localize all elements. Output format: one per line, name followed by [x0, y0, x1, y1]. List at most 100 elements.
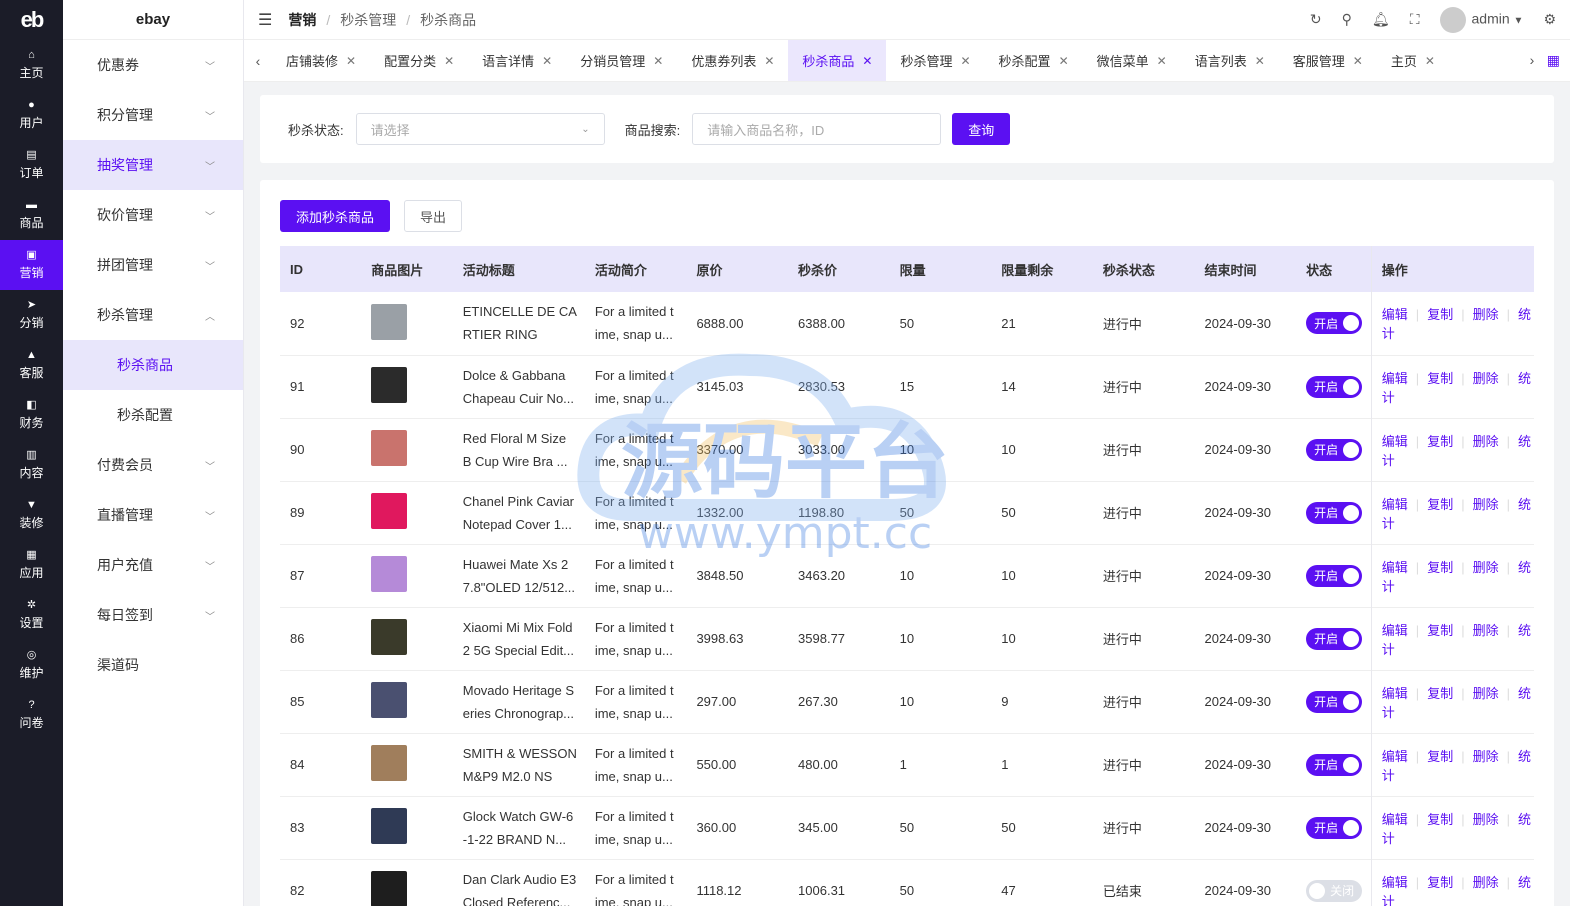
tab-3[interactable]: 分销员管理 ✕ — [566, 40, 677, 81]
rail-item-5[interactable]: ➤ 分销 — [0, 290, 63, 340]
status-select[interactable]: 请选择 ⌄ — [355, 113, 605, 145]
copy-link[interactable]: 复制 — [1427, 623, 1453, 638]
rail-item-11[interactable]: ✲ 设置 — [0, 590, 63, 640]
query-button[interactable]: 查询 — [952, 113, 1011, 145]
rail-item-10[interactable]: ▦ 应用 — [0, 540, 63, 590]
search-icon[interactable]: ⚲ — [1342, 11, 1352, 28]
menu-toggle-icon[interactable]: ☰ — [258, 10, 272, 30]
rail-item-9[interactable]: ▼ 装修 — [0, 490, 63, 540]
edit-link[interactable]: 编辑 — [1382, 307, 1408, 322]
copy-link[interactable]: 复制 — [1427, 686, 1453, 701]
fullscreen-icon[interactable]: ⛶ — [1410, 11, 1420, 28]
search-input[interactable]: 请输入商品名称，ID — [692, 113, 942, 145]
tab-0[interactable]: 店铺装修 ✕ — [272, 40, 370, 81]
product-thumbnail[interactable] — [371, 303, 408, 340]
close-icon[interactable]: ✕ — [653, 54, 663, 68]
copy-link[interactable]: 复制 — [1427, 812, 1453, 827]
product-thumbnail[interactable] — [371, 745, 408, 781]
status-toggle[interactable]: 开启 — [1306, 816, 1363, 839]
status-toggle[interactable]: 开启 — [1306, 375, 1363, 398]
product-thumbnail[interactable] — [371, 871, 408, 906]
tab-9[interactable]: 语言列表 ✕ — [1181, 40, 1279, 81]
rail-item-7[interactable]: ◧ 财务 — [0, 390, 63, 440]
product-thumbnail[interactable] — [371, 619, 408, 655]
breadcrumb-parent[interactable]: 秒杀管理 — [340, 12, 396, 28]
copy-link[interactable]: 复制 — [1427, 875, 1453, 890]
edit-link[interactable]: 编辑 — [1382, 560, 1408, 575]
edit-link[interactable]: 编辑 — [1382, 749, 1408, 764]
edit-link[interactable]: 编辑 — [1382, 875, 1408, 890]
tab-8[interactable]: 微信菜单 ✕ — [1083, 40, 1181, 81]
tab-11[interactable]: 主页 ✕ — [1377, 40, 1449, 81]
gear-icon[interactable]: ⚙ — [1543, 11, 1556, 28]
rail-item-13[interactable]: ? 问卷 — [0, 690, 63, 740]
close-icon[interactable]: ✕ — [1059, 54, 1069, 68]
delete-link[interactable]: 删除 — [1473, 749, 1499, 764]
copy-link[interactable]: 复制 — [1427, 371, 1453, 386]
rail-item-8[interactable]: ▥ 内容 — [0, 440, 63, 490]
submenu-item2-3[interactable]: 每日签到 ﹀ — [63, 590, 243, 640]
product-thumbnail[interactable] — [371, 493, 408, 529]
tab-6[interactable]: 秒杀管理 ✕ — [886, 40, 984, 81]
submenu-child-1[interactable]: 秒杀配置 — [63, 390, 243, 440]
close-icon[interactable]: ✕ — [1425, 54, 1435, 68]
submenu-item2-1[interactable]: 直播管理 ﹀ — [63, 490, 243, 540]
delete-link[interactable]: 删除 — [1473, 812, 1499, 827]
tab-2[interactable]: 语言详情 ✕ — [468, 40, 566, 81]
product-thumbnail[interactable] — [371, 367, 408, 403]
bell-icon[interactable]: 🔔︎ — [1372, 11, 1390, 28]
tab-10[interactable]: 客服管理 ✕ — [1279, 40, 1377, 81]
submenu-item-1[interactable]: 积分管理 ﹀ — [63, 90, 243, 140]
rail-item-4[interactable]: ▣ 营销 — [0, 240, 63, 290]
delete-link[interactable]: 删除 — [1473, 307, 1499, 322]
delete-link[interactable]: 删除 — [1473, 371, 1499, 386]
close-icon[interactable]: ✕ — [1353, 54, 1363, 68]
submenu-item2-0[interactable]: 付费会员 ﹀ — [63, 440, 243, 490]
status-toggle[interactable]: 开启 — [1306, 438, 1363, 461]
submenu-item-0[interactable]: 优惠券 ﹀ — [63, 40, 243, 90]
delete-link[interactable]: 删除 — [1473, 875, 1499, 890]
status-toggle[interactable]: 开启 — [1306, 564, 1363, 587]
tab-5[interactable]: 秒杀商品 ✕ — [788, 40, 887, 81]
rail-item-1[interactable]: ● 用户 — [0, 90, 63, 140]
status-toggle[interactable]: 开启 — [1306, 690, 1363, 713]
submenu-item2-2[interactable]: 用户充值 ﹀ — [63, 540, 243, 590]
edit-link[interactable]: 编辑 — [1382, 434, 1408, 449]
copy-link[interactable]: 复制 — [1427, 307, 1453, 322]
submenu-item-4[interactable]: 拼团管理 ﹀ — [63, 240, 243, 290]
submenu-item-2[interactable]: 抽奖管理 ﹀ — [63, 140, 243, 190]
rail-item-0[interactable]: ⌂ 主页 — [0, 40, 63, 90]
rail-item-12[interactable]: ◎ 维护 — [0, 640, 63, 690]
tab-4[interactable]: 优惠券列表 ✕ — [677, 40, 788, 81]
copy-link[interactable]: 复制 — [1427, 434, 1453, 449]
product-thumbnail[interactable] — [371, 430, 408, 466]
status-toggle[interactable]: 开启 — [1306, 753, 1363, 776]
refresh-icon[interactable]: ↻ — [1310, 11, 1322, 28]
delete-link[interactable]: 删除 — [1473, 623, 1499, 638]
edit-link[interactable]: 编辑 — [1382, 497, 1408, 512]
tabs-scroll-left-icon[interactable]: ‹ — [244, 53, 272, 69]
product-thumbnail[interactable] — [371, 808, 408, 844]
rail-item-6[interactable]: ▲ 客服 — [0, 340, 63, 390]
tabs-menu-icon[interactable]: ▦ — [1547, 52, 1560, 69]
close-icon[interactable]: ✕ — [1157, 54, 1167, 68]
rail-item-3[interactable]: ▬ 商品 — [0, 190, 63, 240]
status-toggle[interactable]: 开启 — [1306, 501, 1363, 524]
close-icon[interactable]: ✕ — [960, 54, 970, 68]
status-toggle[interactable]: 开启 — [1306, 627, 1363, 650]
product-thumbnail[interactable] — [371, 556, 408, 592]
delete-link[interactable]: 删除 — [1473, 686, 1499, 701]
rail-item-2[interactable]: ▤ 订单 — [0, 140, 63, 190]
tab-7[interactable]: 秒杀配置 ✕ — [985, 40, 1083, 81]
export-button[interactable]: 导出 — [404, 200, 463, 232]
tabs-scroll-right-icon[interactable]: › — [1518, 52, 1546, 68]
status-toggle[interactable]: 关闭 — [1306, 879, 1363, 902]
add-seckill-button[interactable]: 添加秒杀商品 — [280, 200, 391, 232]
edit-link[interactable]: 编辑 — [1382, 812, 1408, 827]
submenu-item-5[interactable]: 秒杀管理 ︿ — [63, 290, 243, 340]
edit-link[interactable]: 编辑 — [1382, 371, 1408, 386]
copy-link[interactable]: 复制 — [1427, 749, 1453, 764]
submenu-child-0[interactable]: 秒杀商品 — [63, 340, 243, 390]
close-icon[interactable]: ✕ — [764, 54, 774, 68]
submenu-item-3[interactable]: 砍价管理 ﹀ — [63, 190, 243, 240]
